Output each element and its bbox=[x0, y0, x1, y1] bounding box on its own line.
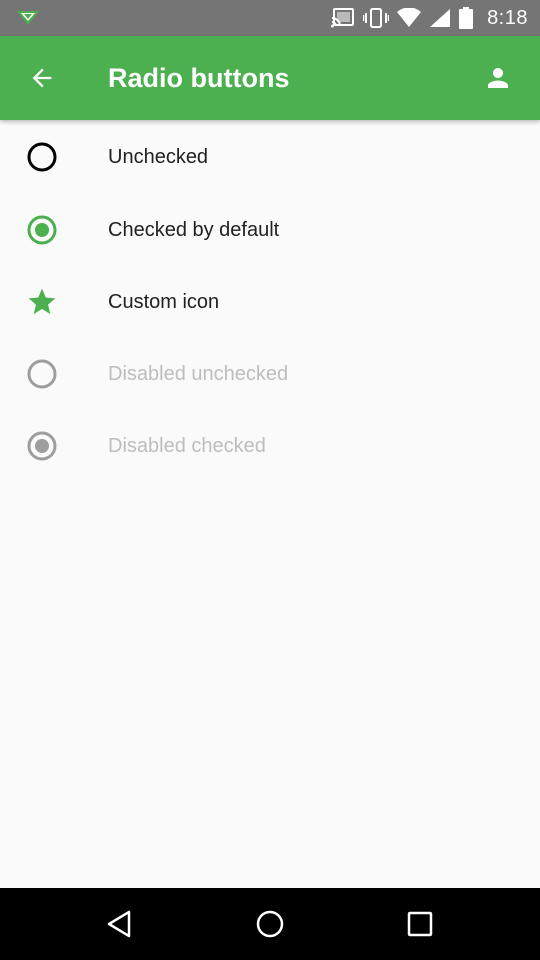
radio-label: Disabled checked bbox=[108, 434, 266, 457]
nav-recents-button[interactable] bbox=[396, 900, 444, 948]
radio-disabled-unchecked: Disabled unchecked bbox=[0, 338, 540, 410]
nav-back-button[interactable] bbox=[96, 900, 144, 948]
radio-unchecked[interactable]: Unchecked bbox=[0, 120, 540, 194]
account-button[interactable] bbox=[474, 54, 522, 102]
radio-unchecked-icon bbox=[26, 358, 58, 390]
radio-checked-icon bbox=[26, 430, 58, 462]
home-circle-icon bbox=[256, 910, 284, 938]
radio-label: Unchecked bbox=[108, 145, 209, 168]
wifi-icon bbox=[397, 8, 422, 27]
radio-custom-icon[interactable]: Custom icon bbox=[0, 266, 540, 338]
person-icon bbox=[488, 68, 508, 88]
radio-label: Disabled unchecked bbox=[108, 362, 289, 385]
radio-unchecked-icon bbox=[26, 141, 58, 173]
arrow-back-icon bbox=[32, 68, 52, 88]
radio-button-list: Unchecked Checked by default Custom icon bbox=[0, 120, 540, 482]
battery-icon bbox=[459, 7, 474, 29]
app-bar: Radio buttons bbox=[0, 36, 540, 120]
cast-icon bbox=[331, 8, 355, 28]
notification-app-icon bbox=[17, 11, 39, 25]
nav-home-button[interactable] bbox=[246, 900, 294, 948]
vibrate-icon bbox=[363, 8, 390, 28]
radio-checked-icon bbox=[26, 214, 58, 246]
radio-label: Checked by default bbox=[108, 218, 280, 241]
back-button[interactable] bbox=[18, 54, 66, 102]
back-triangle-icon bbox=[107, 910, 131, 938]
page-title: Radio buttons bbox=[108, 63, 290, 93]
status-icons: 8:18 bbox=[331, 0, 528, 36]
navigation-bar bbox=[0, 888, 540, 960]
recents-square-icon bbox=[407, 911, 433, 937]
cell-signal-icon bbox=[430, 9, 451, 27]
star-icon bbox=[26, 286, 58, 318]
screen: 8:18 Radio buttons Unchecked Checked by … bbox=[0, 0, 540, 960]
radio-label: Custom icon bbox=[108, 290, 220, 313]
status-bar: 8:18 bbox=[0, 0, 540, 36]
radio-checked-by-default[interactable]: Checked by default bbox=[0, 194, 540, 266]
radio-disabled-checked: Disabled checked bbox=[0, 410, 540, 482]
status-time: 8:18 bbox=[487, 6, 528, 29]
